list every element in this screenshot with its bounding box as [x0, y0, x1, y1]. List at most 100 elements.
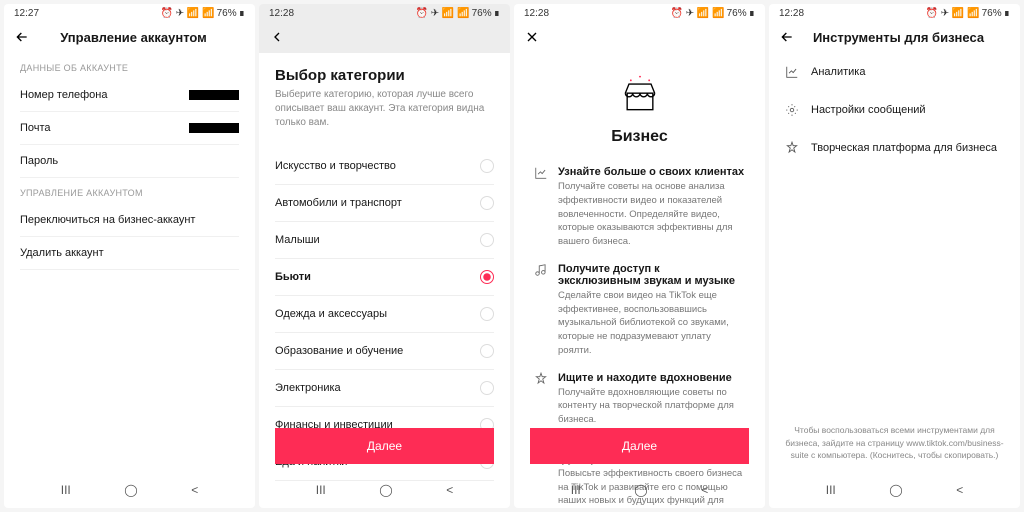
redacted-value — [189, 90, 239, 100]
feature-item: Получите доступ к эксклюзивным звукам и … — [530, 263, 749, 358]
subheading: Выберите категорию, которая лучше всего … — [275, 88, 494, 130]
category-label: Автомобили и транспорт — [275, 197, 402, 209]
business-title: Бизнес — [530, 128, 749, 146]
category-label: Бьюти — [275, 271, 311, 283]
nav-back-icon[interactable]: < — [701, 483, 708, 497]
nav-recent-icon[interactable]: III — [61, 483, 71, 497]
tool-icon — [785, 103, 799, 117]
tool-label: Аналитика — [811, 66, 865, 78]
category-item[interactable]: Бьюти — [275, 259, 494, 296]
category-item[interactable]: Одежда и аксессуары — [275, 296, 494, 333]
category-item[interactable]: Искусство и творчество — [275, 148, 494, 185]
feature-icon — [534, 166, 548, 249]
radio-icon — [480, 270, 494, 284]
statusbar: 12:28 ⏰ ✈ 📶 📶 76%∎ — [769, 4, 1020, 21]
screen-business-tools: 12:28 ⏰ ✈ 📶 📶 76%∎ Инструменты для бизне… — [769, 4, 1020, 508]
category-item[interactable]: Электроника — [275, 370, 494, 407]
statusbar: 12:28 ⏰ ✈ 📶 📶 76%∎ — [514, 4, 765, 21]
status-time: 12:28 — [779, 8, 804, 19]
row-switch-business[interactable]: Переключиться на бизнес-аккаунт — [20, 204, 239, 237]
feature-item: Ищите и находите вдохновение Получайте вд… — [530, 372, 749, 427]
category-label: Малыши — [275, 234, 320, 246]
feature-item: Узнайте больше о своих клиентах Получайте… — [530, 166, 749, 249]
category-item[interactable]: Малыши — [275, 222, 494, 259]
screen-business-info: 12:28 ⏰ ✈ 📶 📶 76%∎ Бизнес Узнайте больше… — [514, 4, 765, 508]
statusbar: 12:27 ⏰ ✈ 📶 📶 76%∎ — [4, 4, 255, 21]
tool-item[interactable]: Творческая платформа для бизнеса — [785, 129, 1004, 167]
category-item[interactable]: Образование и обучение — [275, 333, 494, 370]
android-navbar: III ◯ < — [514, 472, 765, 508]
row-email[interactable]: Почта — [20, 112, 239, 145]
tool-item[interactable]: Аналитика — [785, 53, 1004, 91]
radio-icon — [480, 196, 494, 210]
row-phone[interactable]: Номер телефона — [20, 79, 239, 112]
feature-desc: Получайте вдохновляющие советы по контен… — [558, 386, 745, 427]
close-icon[interactable] — [524, 29, 540, 45]
feature-icon — [534, 372, 548, 427]
section-account-data: ДАННЫЕ ОБ АККАУНТЕ — [20, 63, 239, 73]
feature-desc: Получайте советы на основе анализа эффек… — [558, 180, 745, 249]
header-title: Инструменты для бизнеса — [807, 30, 990, 45]
radio-icon — [480, 344, 494, 358]
heading: Выбор категории — [275, 67, 494, 84]
status-time: 12:27 — [14, 8, 39, 19]
footer-note[interactable]: Чтобы воспользоваться всеми инструментам… — [781, 424, 1008, 462]
screen-account-management: 12:27 ⏰ ✈ 📶 📶 76%∎ Управление аккаунтом … — [4, 4, 255, 508]
nav-back-icon[interactable]: < — [191, 483, 198, 497]
screen-category-select: 12:28 ⏰ ✈ 📶 📶 76%∎ Выбор категории Выбер… — [259, 4, 510, 508]
next-button[interactable]: Далее — [530, 428, 749, 464]
header — [259, 21, 510, 53]
nav-home-icon[interactable]: ◯ — [634, 483, 647, 497]
category-item[interactable]: Автомобили и транспорт — [275, 185, 494, 222]
status-right: ⏰ ✈ 📶 📶 76%∎ — [416, 8, 500, 19]
row-password[interactable]: Пароль — [20, 145, 239, 178]
tool-icon — [785, 65, 799, 79]
radio-icon — [480, 307, 494, 321]
android-navbar: III ◯ < — [259, 472, 510, 508]
status-right: ⏰ ✈ 📶 📶 76%∎ — [926, 8, 1010, 19]
statusbar: 12:28 ⏰ ✈ 📶 📶 76%∎ — [259, 4, 510, 21]
status-right: ⏰ ✈ 📶 📶 76%∎ — [671, 8, 755, 19]
nav-back-icon[interactable]: < — [956, 483, 963, 497]
nav-back-icon[interactable]: < — [446, 483, 453, 497]
store-icon — [530, 73, 749, 120]
header — [514, 21, 765, 53]
category-label: Образование и обучение — [275, 345, 403, 357]
radio-icon — [480, 381, 494, 395]
nav-home-icon[interactable]: ◯ — [379, 483, 392, 497]
status-time: 12:28 — [524, 8, 549, 19]
redacted-value — [189, 123, 239, 133]
back-arrow-icon[interactable] — [14, 29, 30, 45]
feature-title: Узнайте больше о своих клиентах — [558, 166, 745, 178]
category-label: Одежда и аксессуары — [275, 308, 387, 320]
tool-label: Творческая платформа для бизнеса — [811, 142, 997, 154]
nav-home-icon[interactable]: ◯ — [124, 483, 137, 497]
nav-home-icon[interactable]: ◯ — [889, 483, 902, 497]
header-title: Управление аккаунтом — [42, 30, 225, 45]
nav-recent-icon[interactable]: III — [826, 483, 836, 497]
nav-recent-icon[interactable]: III — [316, 483, 326, 497]
content: ДАННЫЕ ОБ АККАУНТЕ Номер телефона Почта … — [4, 53, 255, 508]
status-time: 12:28 — [269, 8, 294, 19]
nav-recent-icon[interactable]: III — [571, 483, 581, 497]
section-account-management: УПРАВЛЕНИЕ АККАУНТОМ — [20, 188, 239, 198]
radio-icon — [480, 159, 494, 173]
back-arrow-icon[interactable] — [779, 29, 795, 45]
tools-list: Аналитика Настройки сообщений Творческая п… — [785, 53, 1004, 167]
feature-icon — [534, 263, 548, 358]
tool-icon — [785, 141, 799, 155]
tool-label: Настройки сообщений — [811, 104, 926, 116]
tool-item[interactable]: Настройки сообщений — [785, 91, 1004, 129]
status-right: ⏰ ✈ 📶 📶 76%∎ — [161, 8, 245, 19]
back-chevron-icon[interactable] — [269, 29, 285, 45]
header: Инструменты для бизнеса — [769, 21, 1020, 53]
row-delete-account[interactable]: Удалить аккаунт — [20, 237, 239, 270]
feature-desc: Сделайте свои видео на TikTok еще эффект… — [558, 289, 745, 358]
android-navbar: III ◯ < — [769, 472, 1020, 508]
feature-title: Получите доступ к эксклюзивным звукам и … — [558, 263, 745, 287]
next-button[interactable]: Далее — [275, 428, 494, 464]
radio-icon — [480, 233, 494, 247]
category-label: Искусство и творчество — [275, 160, 396, 172]
header: Управление аккаунтом — [4, 21, 255, 53]
feature-title: Ищите и находите вдохновение — [558, 372, 745, 384]
